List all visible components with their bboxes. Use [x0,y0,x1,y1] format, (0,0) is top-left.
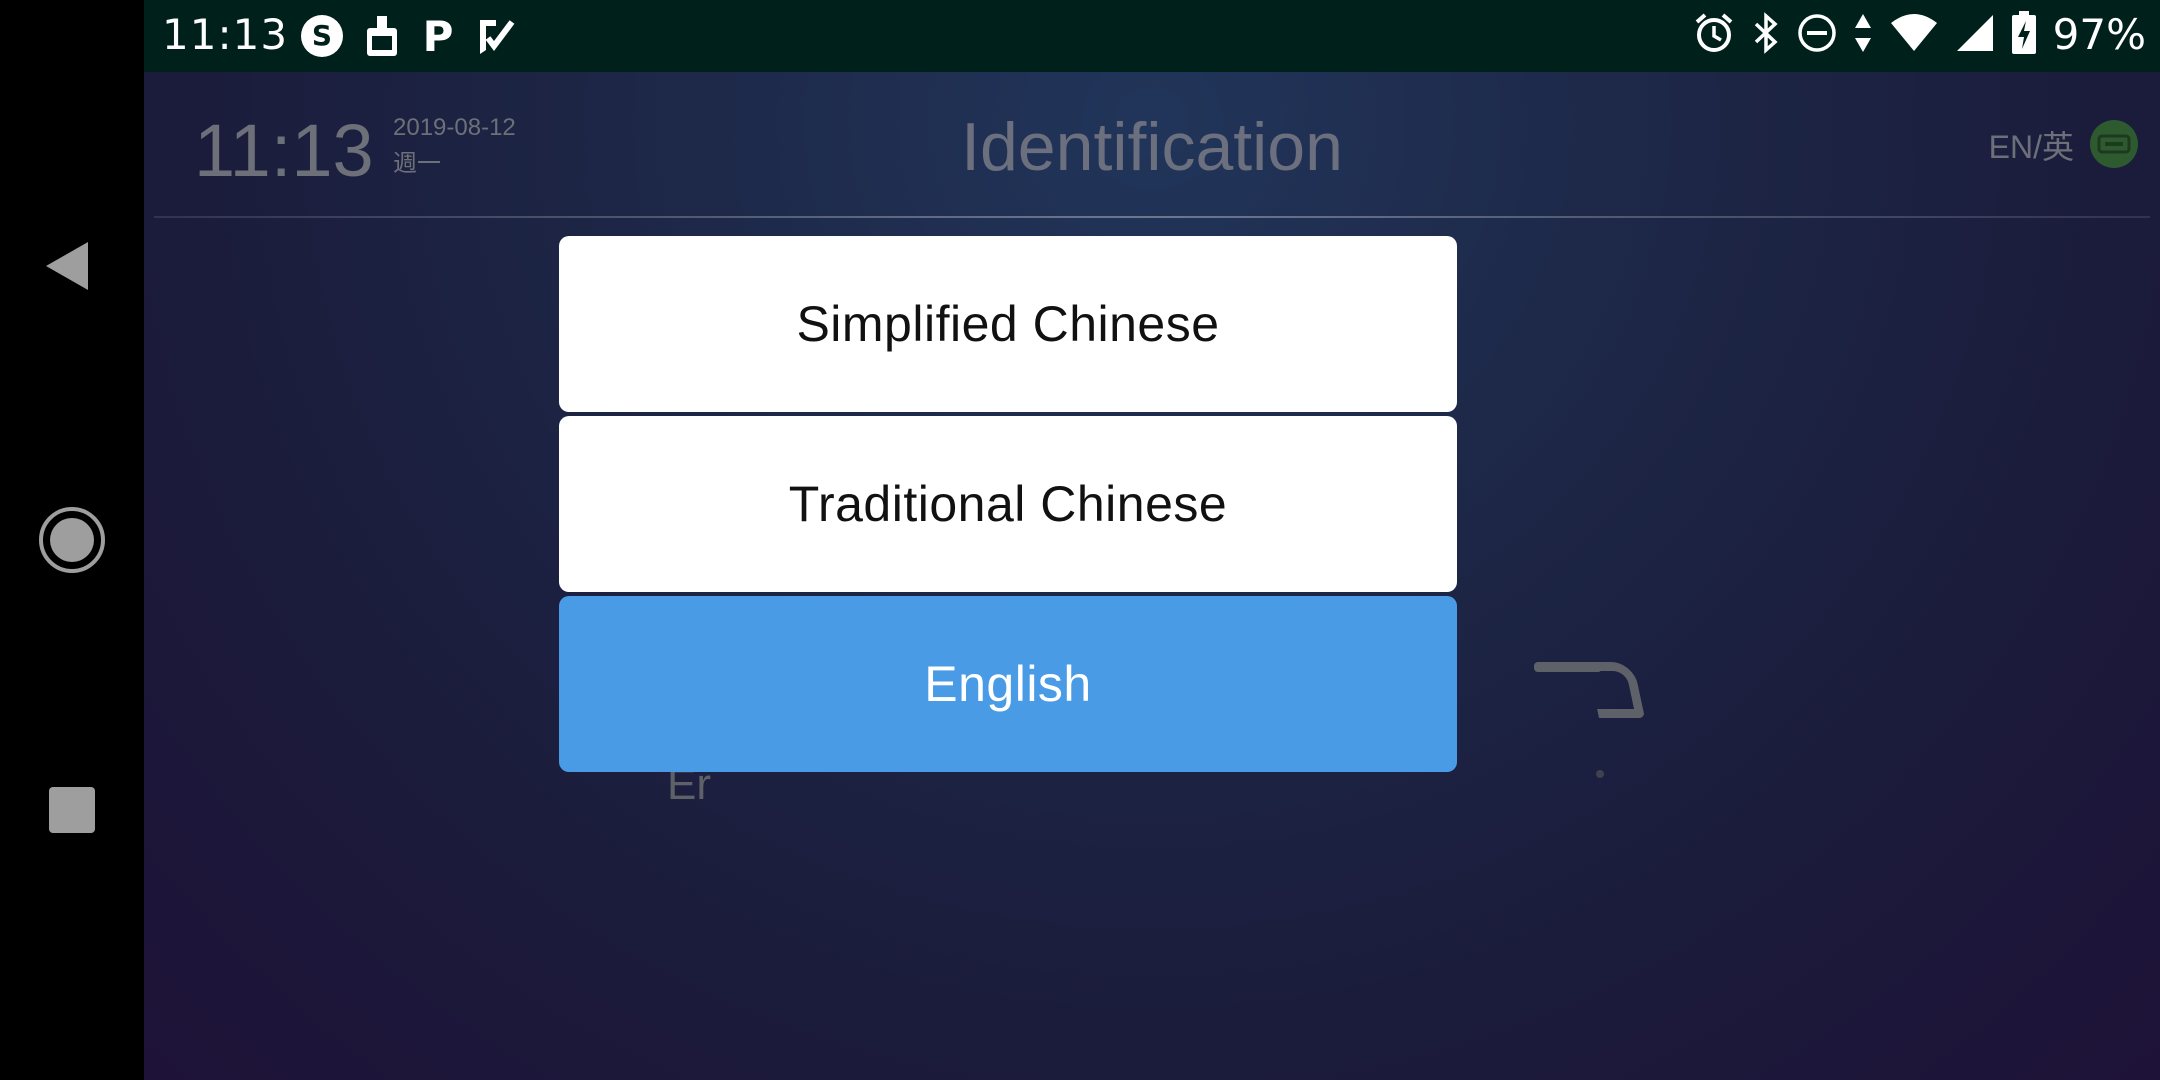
app-header: 11:13 2019-08-12 週一 Identification EN/英 [144,72,2160,218]
status-time: 11:13 [162,10,289,59]
s-app-icon: S [300,14,344,62]
header-divider [154,216,2150,218]
wifi-icon [1889,13,1939,57]
language-switch-icon[interactable] [2090,120,2138,168]
option-simplified-chinese[interactable]: Simplified Chinese [559,236,1457,412]
language-toggle-label[interactable]: EN/英 [1989,122,2074,168]
data-arrows-icon [1853,12,1873,58]
battery-charging-icon [2011,10,2037,59]
page-title: Identification [961,109,1343,185]
svg-text:S: S [312,19,332,52]
screen: 11:13 S P 97% 11:13 2019-08-12 週一 Identi… [0,0,2160,1080]
do-not-disturb-icon [1797,13,1837,57]
bluetooth-icon [1751,11,1781,58]
battery-percent: 97% [2052,10,2146,59]
option-english[interactable]: English [559,596,1457,772]
status-bar: 11:13 S P 97% [144,0,2160,72]
alarm-icon [1693,12,1735,58]
task-check-icon [476,14,516,62]
back-icon[interactable] [44,240,90,296]
option-traditional-chinese[interactable]: Traditional Chinese [559,416,1457,592]
background-dot [1596,770,1604,778]
navigation-bar [0,0,144,1080]
p-app-icon: P [420,12,456,62]
home-icon[interactable] [38,506,106,578]
signal-icon [1955,13,1995,57]
language-selection-dialog: Simplified Chinese Traditional Chinese E… [559,236,1457,776]
background-card-edge-right [1534,662,1602,672]
cleaner-icon [364,14,400,62]
recents-icon[interactable] [49,787,95,833]
svg-text:P: P [423,14,454,58]
